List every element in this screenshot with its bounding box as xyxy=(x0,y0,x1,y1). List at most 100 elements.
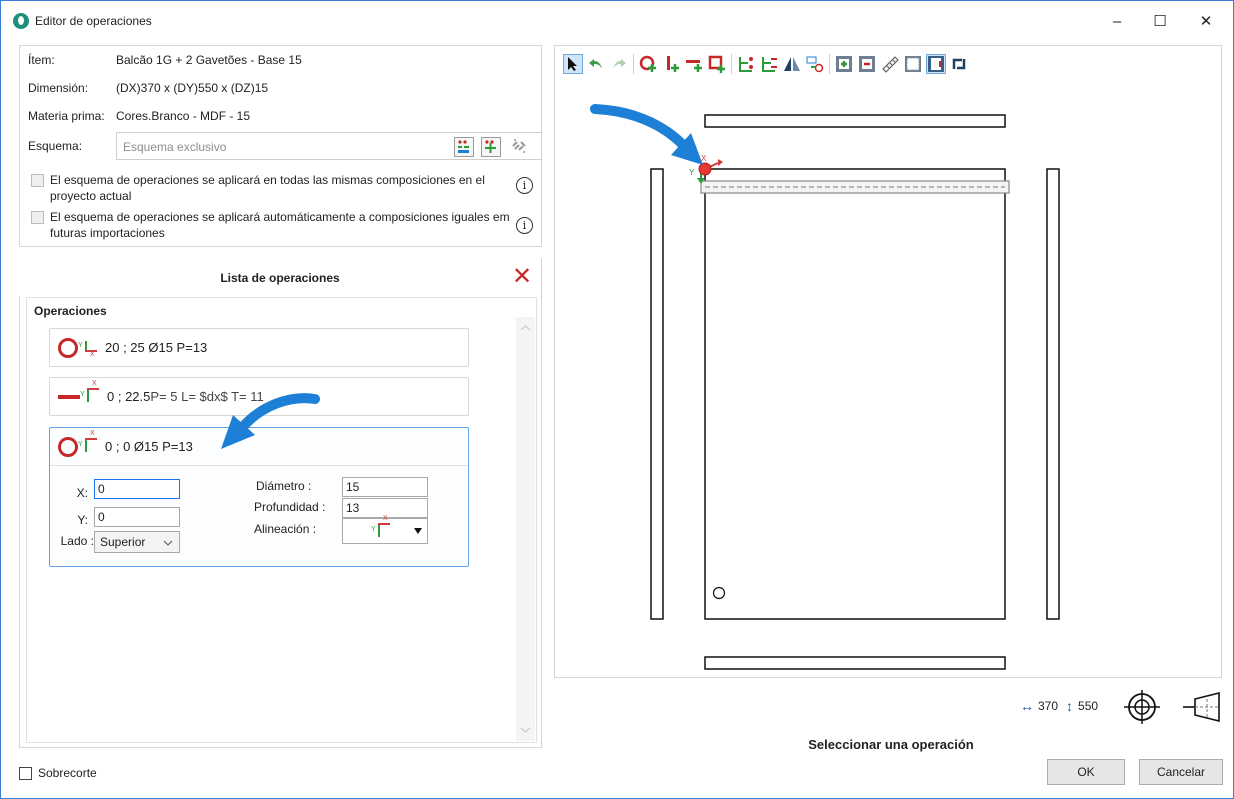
title-bar: Editor de operaciones – ☐ ✕ xyxy=(1,1,1233,41)
scheme-placeholder: Esquema exclusivo xyxy=(123,140,227,154)
operation-item-1[interactable]: Y X 20 ; 25 Ø15 P=13 xyxy=(49,328,469,367)
alignment-select[interactable]: Y X xyxy=(342,515,428,544)
face-bottom-button[interactable] xyxy=(857,54,877,74)
redo-button[interactable] xyxy=(609,54,629,74)
measure-button[interactable] xyxy=(880,54,900,74)
operations-scrollbar[interactable] xyxy=(516,317,535,741)
drill-hole-icon xyxy=(58,436,78,457)
apply-future-info-icon[interactable]: i xyxy=(516,217,533,234)
mirror-button[interactable] xyxy=(782,54,802,74)
diameter-input[interactable]: 15 xyxy=(342,477,428,497)
drill-hole-icon xyxy=(58,337,78,358)
add-vertical-groove-button[interactable] xyxy=(661,54,681,74)
main-panel-outline xyxy=(704,168,1006,620)
material-label: Materia prima: xyxy=(28,109,105,123)
cancel-button[interactable]: Cancelar xyxy=(1139,759,1223,785)
diameter-label: Diámetro : xyxy=(256,479,312,493)
add-pocket-button[interactable] xyxy=(707,54,727,74)
toolbar-separator xyxy=(731,54,732,74)
dimension-value: (DX)370 x (DY)550 x (DZ)15 xyxy=(116,81,269,95)
add-hole-button[interactable] xyxy=(638,54,658,74)
maximize-button[interactable]: ☐ xyxy=(1137,1,1183,41)
y-label: Y: xyxy=(77,513,88,527)
left-edge-strip xyxy=(650,168,664,620)
height-value: 550 xyxy=(1078,699,1099,713)
show-edges-icon xyxy=(928,56,944,72)
select-tool-button[interactable] xyxy=(563,54,583,74)
add-pocket-icon xyxy=(708,55,725,73)
item-label: Ítem: xyxy=(28,53,55,67)
center-target-icon[interactable] xyxy=(1122,689,1162,725)
svg-text:X: X xyxy=(701,154,707,163)
apply-future-label: El esquema de operaciones se aplicará au… xyxy=(50,210,510,240)
add-horizontal-groove-icon xyxy=(686,60,702,72)
scheme-load-button[interactable] xyxy=(454,137,474,157)
apply-future-checkbox[interactable] xyxy=(31,211,44,224)
axis-origin-bottom-icon: Y X xyxy=(78,337,99,359)
transform-icon xyxy=(806,56,824,73)
scheme-input[interactable]: Esquema exclusivo xyxy=(116,132,542,160)
unlink-icon[interactable] xyxy=(509,136,529,156)
face-top-button[interactable] xyxy=(834,54,854,74)
operations-group-label: Operaciones xyxy=(34,304,107,318)
rotate-view-button[interactable] xyxy=(949,54,969,74)
add-horizontal-groove-button[interactable] xyxy=(684,54,704,74)
item-row: Ítem: Balcão 1G + 2 Gavetões - Base 15 xyxy=(28,53,302,67)
dropdown-arrow-icon xyxy=(414,528,422,534)
side-select[interactable]: Superior xyxy=(94,531,180,553)
scroll-down-icon[interactable] xyxy=(516,723,535,737)
add-vertical-groove-icon xyxy=(667,56,679,72)
transform-button[interactable] xyxy=(805,54,825,74)
ok-button[interactable]: OK xyxy=(1047,759,1125,785)
axis-origin-top-icon: Y X xyxy=(371,515,392,543)
clear-operations-button[interactable]: ✕ xyxy=(511,265,533,289)
scheme-row: Esquema: xyxy=(28,139,108,153)
show-edges-button[interactable] xyxy=(926,54,946,74)
x-input[interactable]: 0 xyxy=(94,479,180,499)
alignment-label: Alineación : xyxy=(254,522,317,536)
axis-origin-top-icon: Y X xyxy=(80,380,101,408)
overcut-label: Sobrecorte xyxy=(38,766,97,780)
redo-icon xyxy=(613,59,626,69)
height-arrow-icon: ↕ xyxy=(1066,698,1074,714)
svg-text:Y: Y xyxy=(689,168,695,177)
scheme-load-icon xyxy=(458,140,469,153)
operations-list-header: Lista de operaciones xyxy=(19,258,541,296)
x-label: X: xyxy=(76,486,88,500)
close-button[interactable]: ✕ xyxy=(1183,1,1229,41)
preview-toolbar xyxy=(563,52,972,76)
scheme-label: Esquema: xyxy=(28,139,83,153)
frame-button[interactable] xyxy=(903,54,923,74)
overcut-row: Sobrecorte xyxy=(19,766,97,780)
scheme-add-button[interactable] xyxy=(481,137,501,157)
panel-preview-canvas[interactable]: X Y xyxy=(555,91,1221,677)
axis-origin-top-icon: Y X xyxy=(78,430,99,458)
material-row: Materia prima: Cores.Branco - MDF - 15 xyxy=(28,109,250,123)
y-input[interactable]: 0 xyxy=(94,507,180,527)
operation-3-text: 0 ; 0 Ø15 P=13 xyxy=(105,439,193,454)
projection-view-icon[interactable] xyxy=(1181,691,1225,723)
apply-project-checkbox[interactable] xyxy=(31,174,44,187)
face-bottom-icon xyxy=(859,56,875,72)
add-hole-icon xyxy=(639,55,656,72)
rotate-icon xyxy=(952,58,966,70)
overcut-checkbox[interactable] xyxy=(19,766,32,780)
mirror-icon xyxy=(784,57,800,71)
undo-icon xyxy=(589,59,602,69)
remove-pattern-button[interactable] xyxy=(759,54,779,74)
material-value: Cores.Branco - MDF - 15 xyxy=(116,109,251,123)
toolbar-separator xyxy=(633,54,634,74)
dimension-row: Dimensión: (DX)370 x (DY)550 x (DZ)15 xyxy=(28,81,268,95)
apply-future-row: El esquema de operaciones se aplicará au… xyxy=(31,209,520,241)
side-label: Lado : xyxy=(60,534,94,548)
scroll-up-icon[interactable] xyxy=(516,321,535,335)
item-value: Balcão 1G + 2 Gavetões - Base 15 xyxy=(116,53,302,67)
operation-3-divider xyxy=(50,465,468,466)
insert-pattern-button[interactable] xyxy=(736,54,756,74)
apply-project-info-icon[interactable]: i xyxy=(516,177,533,194)
undo-button[interactable] xyxy=(586,54,606,74)
width-value: 370 xyxy=(1038,699,1059,713)
operation-1-text: 20 ; 25 Ø15 P=13 xyxy=(105,340,208,355)
face-top-icon xyxy=(836,56,852,72)
minimize-button[interactable]: – xyxy=(1094,1,1140,41)
